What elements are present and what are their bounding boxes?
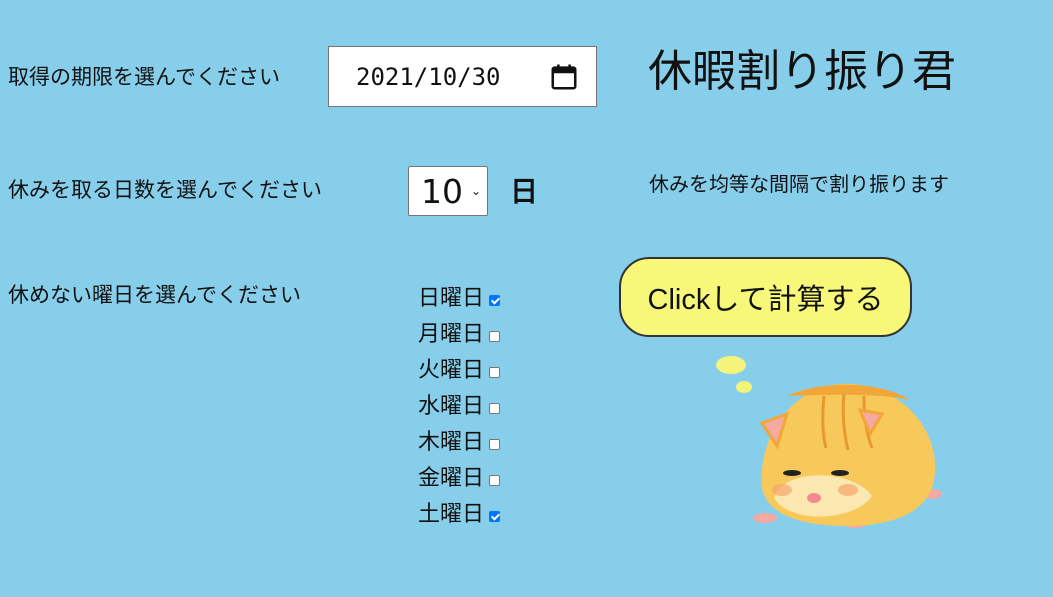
weekday-row-saturday: 土曜日 <box>418 497 501 533</box>
days-select-value[interactable]: 10 <box>421 172 463 211</box>
calendar-icon[interactable] <box>549 62 579 92</box>
chevron-down-icon[interactable]: ⌄ <box>471 184 481 198</box>
weekday-checkbox-monday[interactable] <box>489 331 501 342</box>
weekday-label: 水曜日 <box>418 394 485 419</box>
weekday-checkbox-thursday[interactable] <box>489 439 501 450</box>
weekday-checkbox-sunday[interactable] <box>489 295 501 306</box>
weekdays-label: 休めない曜日を選んでください <box>8 283 301 307</box>
weekday-row-thursday: 木曜日 <box>418 425 501 461</box>
calculate-button[interactable]: Clickして計算する <box>619 257 912 337</box>
thought-bubble-large <box>716 356 746 374</box>
days-label: 休みを取る日数を選んでください <box>8 178 322 202</box>
app-subtitle: 休みを均等な間隔で割り振ります <box>649 172 949 196</box>
weekday-checkbox-saturday[interactable] <box>489 511 501 522</box>
weekday-row-friday: 金曜日 <box>418 461 501 497</box>
weekday-checkbox-friday[interactable] <box>489 475 501 486</box>
deadline-label: 取得の期限を選んでください <box>8 65 280 89</box>
deadline-date-input[interactable]: 2021/10/30 <box>328 46 597 107</box>
weekday-checkbox-wednesday[interactable] <box>489 403 501 414</box>
weekday-row-sunday: 日曜日 <box>418 281 501 317</box>
app-title: 休暇割り振り君 <box>648 46 956 97</box>
vacation-app: 取得の期限を選んでください 2021/10/30 休暇割り振り君 休みを取る日数… <box>0 0 1053 597</box>
days-select[interactable]: 10 ⌄ <box>408 166 488 216</box>
thought-bubble-small <box>736 381 752 393</box>
days-unit: 日 <box>510 175 539 208</box>
weekday-checkbox-list: 日曜日 月曜日 火曜日 水曜日 木曜日 金曜日 土曜日 <box>418 281 501 533</box>
weekday-row-wednesday: 水曜日 <box>418 389 501 425</box>
weekday-row-monday: 月曜日 <box>418 317 501 353</box>
weekday-label: 火曜日 <box>418 358 485 383</box>
weekday-label: 金曜日 <box>418 466 485 491</box>
hamster-illustration <box>753 383 942 528</box>
weekday-label: 土曜日 <box>418 502 485 527</box>
weekday-label: 月曜日 <box>418 322 485 347</box>
weekday-row-tuesday: 火曜日 <box>418 353 501 389</box>
weekday-checkbox-tuesday[interactable] <box>489 367 501 378</box>
weekday-label: 木曜日 <box>418 430 485 455</box>
weekday-label: 日曜日 <box>418 286 485 311</box>
deadline-date-value[interactable]: 2021/10/30 <box>356 63 549 91</box>
